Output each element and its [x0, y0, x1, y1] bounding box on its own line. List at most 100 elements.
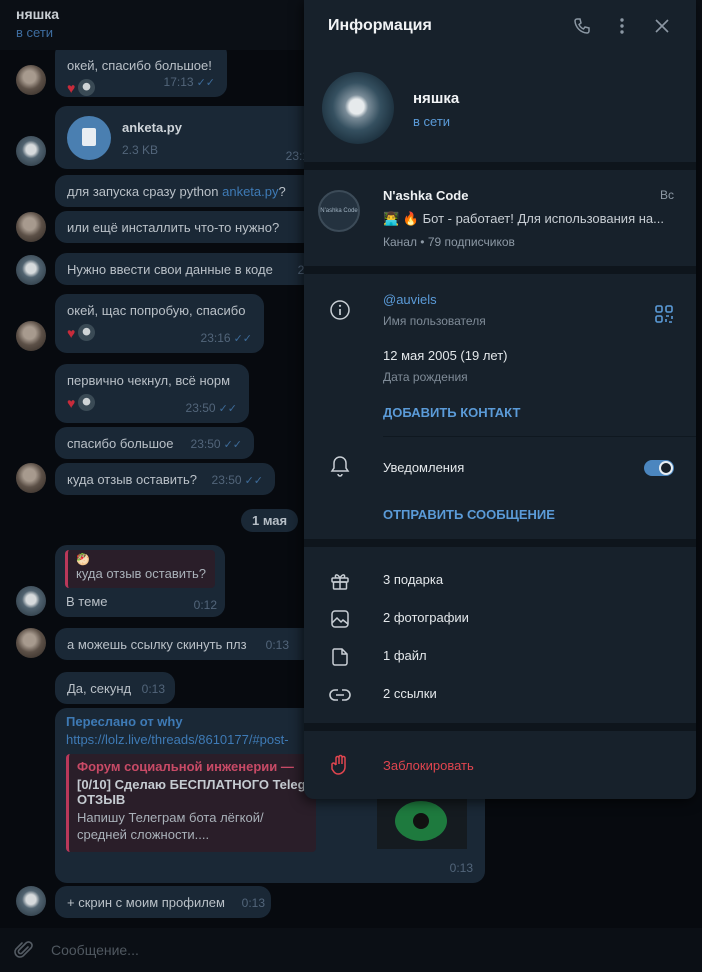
message-text: окей, щас попробую, спасибо: [67, 303, 246, 318]
channel-avatar[interactable]: N'ashka Code: [318, 190, 360, 232]
profile-avatar[interactable]: [322, 72, 394, 144]
more-vertical-icon[interactable]: [612, 16, 632, 36]
message-time: 23:16 ✓✓: [200, 331, 252, 345]
file-icon[interactable]: [67, 116, 111, 160]
bell-icon: [328, 454, 352, 478]
message-text-end: ?: [278, 184, 286, 199]
channel-avatar-text: N'ashka Code: [320, 208, 358, 214]
avatar[interactable]: [16, 65, 46, 95]
info-icon: [328, 298, 352, 322]
message-text: куда отзыв оставить?: [67, 472, 197, 487]
message-time: 23:50 ✓✓: [211, 473, 263, 487]
message-bubble[interactable]: окей, щас попробую, спасибо ♥ 23:16 ✓✓: [55, 294, 264, 353]
message-time: 0:13: [141, 682, 165, 696]
message-bubble[interactable]: спасибо большое 23:50 ✓✓: [55, 427, 254, 459]
message-link[interactable]: anketa.py: [222, 184, 278, 199]
file-message[interactable]: anketa.py 2.3 KB 23:1: [55, 106, 315, 169]
shared-media-section: 3 подарка 2 фотографии 1 файл 2 ссылки: [304, 547, 696, 723]
block-user-button[interactable]: Заблокировать: [383, 758, 474, 773]
hand-stop-icon: [328, 753, 352, 777]
row-separator: [383, 436, 696, 437]
close-icon[interactable]: [652, 16, 672, 36]
message-bubble[interactable]: а можешь ссылку скинуть плз 0:13: [55, 628, 315, 660]
link-icon: [328, 683, 352, 707]
paperclip-icon[interactable]: [14, 940, 34, 960]
heart-reaction-icon[interactable]: ♥: [67, 395, 75, 411]
notifications-label: Уведомления: [383, 460, 465, 475]
heart-reaction-icon[interactable]: ♥: [67, 80, 75, 96]
avatar[interactable]: [16, 628, 46, 658]
username[interactable]: @auviels: [383, 292, 437, 307]
avatar[interactable]: [16, 586, 46, 616]
photos-count[interactable]: 2 фотографии: [383, 610, 469, 625]
message-bubble[interactable]: Нужно ввести свои данные в коде 23: [55, 253, 315, 285]
links-count[interactable]: 2 ссылки: [383, 686, 437, 701]
section-divider: [304, 162, 696, 170]
message-input[interactable]: Сообщение...: [51, 942, 139, 958]
channel-last-post-day: Вс: [659, 188, 674, 202]
message-text: спасибо большое: [67, 436, 174, 451]
section-divider: [304, 539, 696, 547]
username-label: Имя пользователя: [383, 314, 486, 328]
avatar[interactable]: [16, 321, 46, 351]
preview-title-2: ОТЗЫВ: [77, 792, 126, 807]
channel-subscribers: Канал • 79 подписчиков: [383, 235, 515, 249]
avatar[interactable]: [16, 255, 46, 285]
block-user-row[interactable]: Заблокировать: [304, 731, 696, 795]
send-message-button[interactable]: ОТПРАВИТЬ СООБЩЕНИЕ: [383, 507, 555, 522]
reply-quote[interactable]: 🥙 куда отзыв оставить?: [65, 550, 215, 588]
reactor-avatar: [78, 324, 96, 341]
file-size: 2.3 KB: [122, 143, 159, 157]
preview-title: [0/10] Сделаю БЕСПЛАТНОГО Telegra: [77, 777, 308, 792]
heart-reaction-icon[interactable]: ♥: [67, 325, 75, 341]
avatar[interactable]: [16, 886, 46, 916]
gifts-count[interactable]: 3 подарка: [383, 572, 443, 587]
message-text: окей, спасибо большое!: [67, 58, 212, 73]
preview-site: Форум социальной инженерии —: [77, 759, 294, 774]
message-text: для запуска сразу python: [67, 184, 223, 199]
message-bubble[interactable]: + скрин с моим профилем 0:13: [55, 886, 271, 918]
date-divider: 1 мая: [241, 509, 299, 532]
profile-name: няшка: [413, 90, 460, 107]
message-bubble[interactable]: куда отзыв оставить? 23:50 ✓✓: [55, 463, 275, 495]
message-time: 0:13: [449, 861, 473, 875]
message-text: первично чекнул, всё норм: [67, 373, 231, 388]
avatar[interactable]: [16, 212, 46, 242]
message-text: Нужно ввести свои данные в коде: [67, 262, 273, 277]
user-info-panel: Информация няшка в сети N'ashka Code N'a…: [304, 0, 696, 799]
reactor-avatar: [78, 394, 96, 411]
message-bubble[interactable]: для запуска сразу python anketa.py?: [55, 175, 315, 207]
message-time: 17:13 ✓✓: [163, 75, 215, 89]
message-bubble[interactable]: окей, спасибо большое! ♥ 17:13 ✓✓: [55, 50, 227, 97]
eye-logo: [395, 801, 447, 841]
files-count[interactable]: 1 файл: [383, 648, 427, 663]
message-composer[interactable]: Сообщение...: [0, 928, 702, 972]
panel-header: Информация: [304, 0, 696, 52]
message-time: 0:13: [265, 638, 289, 652]
message-time: 23:50 ✓✓: [185, 401, 237, 415]
birthday-label: Дата рождения: [383, 370, 468, 384]
reply-message[interactable]: 🥙 куда отзыв оставить? В теме 0:12: [55, 545, 225, 617]
message-text: В теме: [66, 594, 108, 609]
link-preview[interactable]: Форум социальной инженерии — [0/10] Сдел…: [66, 754, 316, 852]
panel-title: Информация: [328, 17, 432, 34]
phone-icon[interactable]: [572, 16, 592, 36]
add-contact-button[interactable]: ДОБАВИТЬ КОНТАКТ: [383, 405, 520, 420]
channel-name: N'ashka Code: [383, 188, 469, 203]
file-name[interactable]: anketa.py: [122, 120, 182, 135]
notifications-toggle[interactable]: [644, 460, 674, 476]
message-bubble[interactable]: Да, секунд 0:13: [55, 672, 175, 704]
message-bubble[interactable]: первично чекнул, всё норм ♥ 23:50 ✓✓: [55, 364, 249, 423]
avatar[interactable]: [16, 463, 46, 493]
profile-status: в сети: [413, 114, 451, 129]
gift-icon: [328, 569, 352, 593]
message-text: Да, секунд: [67, 681, 132, 696]
link-preview-image[interactable]: [377, 797, 467, 849]
personal-channel[interactable]: N'ashka Code N'ashka Code Вс 👨‍💻 🔥 Бот -…: [304, 170, 696, 266]
section-divider: [304, 266, 696, 274]
avatar[interactable]: [16, 136, 46, 166]
message-bubble[interactable]: или ещё инсталлить что-то нужно?: [55, 211, 315, 243]
qr-code-icon[interactable]: [652, 302, 676, 326]
message-time: 0:12: [193, 598, 217, 612]
reply-quote-text: куда отзыв оставить?: [76, 566, 206, 581]
